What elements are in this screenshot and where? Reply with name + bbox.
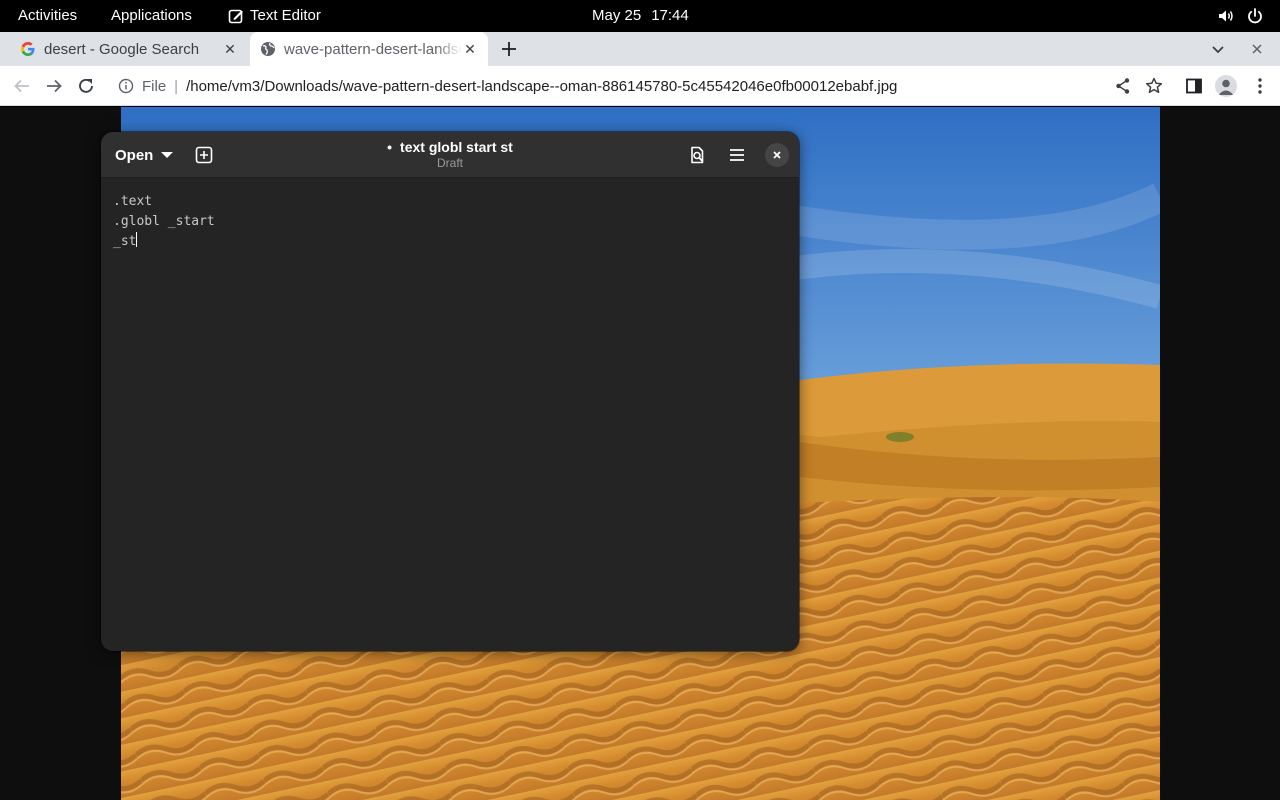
- tab-close-icon[interactable]: ✕: [462, 41, 478, 57]
- close-icon: [773, 151, 781, 159]
- text-cursor: [136, 232, 138, 247]
- code-line-current: _st: [113, 232, 799, 252]
- share-icon[interactable]: [1113, 76, 1133, 96]
- chevron-down-icon: [161, 152, 174, 158]
- tab-title: wave-pattern-desert-landscape--oman-8861…: [284, 40, 462, 58]
- url-separator: |: [174, 77, 179, 95]
- avatar: [1218, 79, 1234, 95]
- current-line-text: _st: [113, 234, 137, 249]
- editor-text-area[interactable]: .text .globl _start _st: [101, 179, 799, 651]
- url-scheme-label: File: [142, 77, 167, 95]
- close-button[interactable]: [765, 143, 789, 167]
- star-icon[interactable]: [1144, 76, 1164, 96]
- volume-icon[interactable]: [1217, 0, 1235, 32]
- side-panel-icon[interactable]: [1184, 76, 1204, 96]
- profile-icon[interactable]: [1215, 75, 1237, 97]
- reload-icon[interactable]: [76, 76, 96, 96]
- menu-icon[interactable]: [1250, 76, 1270, 96]
- text-editor-window: Open • text globl start st Draft .text .…: [101, 132, 799, 651]
- document-title-text: text globl start st: [400, 139, 513, 155]
- modified-indicator: •: [387, 139, 393, 155]
- back-icon[interactable]: [12, 76, 32, 96]
- code-line: .text: [113, 194, 153, 209]
- clock-time: 17:44: [651, 7, 689, 24]
- info-icon[interactable]: [118, 78, 134, 94]
- google-icon: [21, 42, 35, 56]
- forward-icon[interactable]: [44, 76, 64, 96]
- tab-title: desert - Google Search: [44, 40, 200, 58]
- new-tab-icon[interactable]: [498, 39, 520, 59]
- tab-close-icon[interactable]: ✕: [222, 41, 238, 57]
- power-icon[interactable]: [1246, 0, 1264, 32]
- window-close-icon[interactable]: [1249, 41, 1265, 57]
- tab-search-chevron-icon[interactable]: [1209, 40, 1227, 58]
- browser-toolbar: File | /home/vm3/Downloads/wave-pattern-…: [0, 66, 1280, 106]
- editor-title-area: • text globl start st Draft: [301, 138, 599, 170]
- clock-date: May 25: [592, 7, 642, 24]
- document-subtitle: Draft: [436, 156, 463, 170]
- browser-tab-strip: desert - Google Search ✕ wave-pattern-de…: [0, 32, 1280, 66]
- url-text[interactable]: /home/vm3/Downloads/wave-pattern-desert-…: [186, 78, 897, 95]
- code-line: .globl _start: [113, 214, 215, 229]
- address-bar[interactable]: File | /home/vm3/Downloads/wave-pattern-…: [108, 69, 1144, 103]
- clock[interactable]: May 25 17:44: [592, 0, 689, 32]
- text-editor-icon: [228, 9, 243, 24]
- hamburger-menu-icon[interactable]: [727, 145, 747, 165]
- editor-header-bar: Open • text globl start st Draft: [101, 132, 799, 178]
- app-menu-text-editor[interactable]: Text Editor: [228, 0, 321, 32]
- activities-button[interactable]: Activities: [18, 0, 77, 32]
- open-button-label: Open: [115, 146, 154, 164]
- tab-desert-image[interactable]: wave-pattern-desert-landscape--oman-8861…: [250, 32, 488, 66]
- gnome-top-bar: Activities Applications Text Editor May …: [0, 0, 1280, 32]
- globe-icon: [261, 42, 275, 56]
- search-document-icon[interactable]: [687, 145, 707, 165]
- tab-google-search[interactable]: desert - Google Search ✕: [0, 32, 248, 66]
- new-document-icon[interactable]: [194, 145, 214, 165]
- app-name-label: Text Editor: [250, 7, 321, 24]
- open-button[interactable]: Open: [109, 140, 179, 170]
- applications-menu[interactable]: Applications: [111, 0, 192, 32]
- document-title: • text globl start st: [301, 138, 599, 156]
